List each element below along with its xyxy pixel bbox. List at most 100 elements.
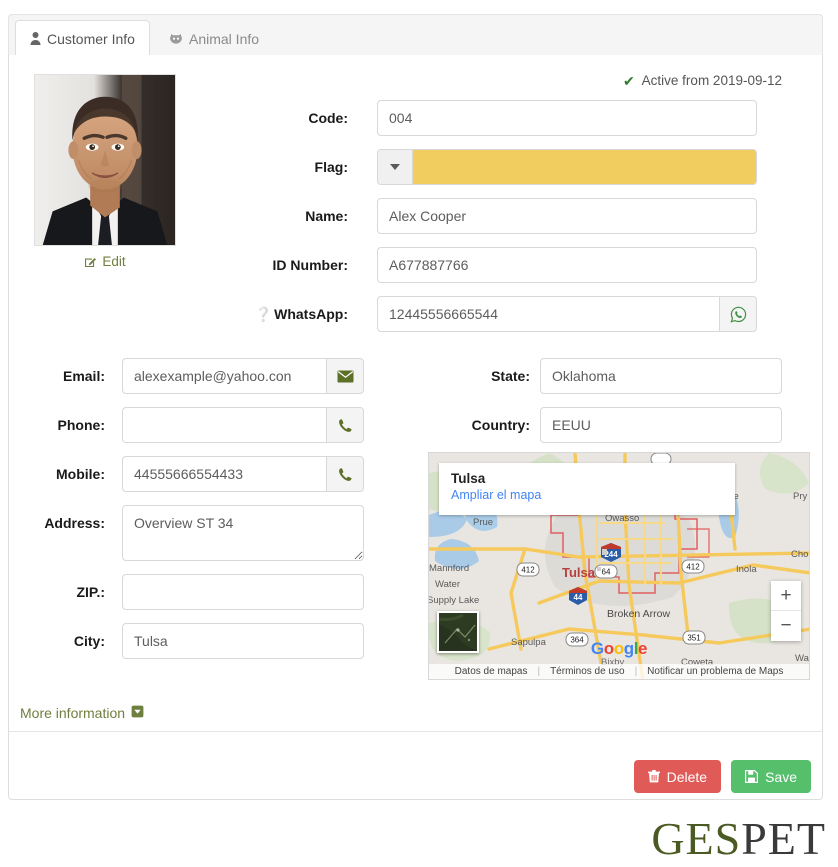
mobile-label: Mobile: (56, 466, 105, 482)
brand-logo-part1: GES (651, 813, 742, 864)
whatsapp-icon[interactable] (719, 296, 757, 332)
field-row-state: State: (430, 358, 820, 394)
name-input[interactable] (377, 198, 757, 234)
map-satellite-toggle[interactable] (437, 611, 479, 653)
map-zoom-out-button[interactable]: − (771, 611, 801, 641)
map-zoom-in-button[interactable]: + (771, 581, 801, 611)
whatsapp-input-group (377, 296, 757, 332)
phone-icon[interactable] (326, 407, 364, 443)
svg-text:Inola: Inola (736, 564, 757, 575)
brand-logo: GESPET (651, 812, 826, 865)
save-button-label: Save (765, 768, 797, 785)
svg-text:Pry: Pry (793, 491, 808, 502)
field-row-code: Code: (0, 100, 815, 136)
zip-label: ZIP.: (76, 584, 105, 600)
svg-text:Wago: Wago (795, 653, 810, 664)
envelope-icon[interactable] (326, 358, 364, 394)
map-attr-sep-2: | (634, 666, 638, 677)
map-expand-link[interactable]: Ampliar el mapa (451, 487, 723, 504)
mobile-input[interactable] (122, 456, 326, 492)
action-buttons: Delete Save (633, 760, 811, 793)
map-attr-terms[interactable]: Términos de uso (550, 666, 624, 677)
floppy-disk-icon (745, 770, 759, 783)
city-input[interactable] (122, 623, 364, 659)
right-column: State: Country: (430, 358, 820, 456)
caret-down-box-icon (131, 705, 144, 721)
email-label: Email: (62, 368, 105, 384)
svg-text:Cho: Cho (791, 549, 808, 560)
status-badge: ✔ Active from 2019-09-12 (623, 73, 782, 88)
map-attr-data[interactable]: Datos de mapas (455, 666, 528, 677)
zip-input[interactable] (122, 574, 364, 610)
phone-label: Phone: (57, 417, 105, 433)
top-form: Code: Flag: Name: ID Number: (0, 100, 815, 345)
svg-text:44: 44 (574, 593, 583, 602)
brand-logo-part2: PET (741, 813, 826, 864)
name-label: Name: (305, 208, 348, 224)
mobile-input-group (122, 456, 364, 492)
state-label: State: (491, 368, 530, 384)
footer-divider (9, 731, 822, 732)
field-row-name: Name: (0, 198, 815, 234)
delete-button-label: Delete (666, 768, 708, 785)
check-icon: ✔ (622, 72, 635, 89)
google-logo: Google (590, 639, 648, 658)
field-row-flag: Flag: (0, 149, 815, 185)
tab-customer-info-label: Customer Info (47, 30, 135, 47)
phone-icon[interactable] (326, 456, 364, 492)
country-label: Country: (471, 417, 530, 433)
email-input-group (122, 358, 364, 394)
tab-animal-info[interactable]: Animal Info (154, 20, 274, 57)
svg-text:Tulsa: Tulsa (562, 565, 596, 580)
save-button[interactable]: Save (731, 760, 811, 793)
caret-down-icon[interactable] (378, 150, 413, 184)
more-information-toggle[interactable]: More information (20, 705, 144, 721)
country-input[interactable] (540, 407, 782, 443)
field-row-country: Country: (430, 407, 820, 443)
svg-text:Sapulpa: Sapulpa (511, 637, 547, 648)
map-zoom-controls: + − (771, 581, 801, 641)
map-attr-sep-1: | (537, 666, 541, 677)
tab-customer-info[interactable]: Customer Info (15, 20, 150, 57)
svg-text:Prue: Prue (473, 517, 493, 528)
phone-input-group (122, 407, 364, 443)
tab-animal-info-label: Animal Info (189, 30, 260, 47)
field-row-whatsapp: ❔ WhatsApp: (0, 296, 815, 332)
phone-input[interactable] (122, 407, 326, 443)
svg-text:Supply Lake: Supply Lake (429, 595, 479, 606)
tab-bar: Customer Info Animal Info (8, 14, 823, 57)
location-map[interactable]: 412 412 64 364 351 244 44 Owasso Prue Ma… (428, 452, 810, 680)
svg-text:Broken Arrow: Broken Arrow (607, 608, 670, 620)
whatsapp-label-text: WhatsApp: (274, 306, 348, 322)
whatsapp-label: ❔ WhatsApp: (0, 296, 348, 332)
question-circle-icon[interactable]: ❔ (255, 306, 272, 322)
field-row-id-number: ID Number: (0, 247, 815, 283)
svg-text:Mannford: Mannford (429, 563, 469, 574)
id-number-label: ID Number: (272, 257, 348, 273)
flag-select[interactable] (377, 149, 757, 185)
map-attribution: Datos de mapas | Términos de uso | Notif… (429, 664, 809, 679)
customer-info-page: Customer Info Animal Info ✔ Active from … (0, 0, 838, 867)
person-icon (30, 32, 41, 45)
svg-text:351: 351 (687, 634, 701, 643)
delete-button[interactable]: Delete (633, 760, 722, 793)
address-label: Address: (44, 515, 105, 531)
id-number-input[interactable] (377, 247, 757, 283)
email-input[interactable] (122, 358, 326, 394)
state-input[interactable] (540, 358, 782, 394)
code-input[interactable] (377, 100, 757, 136)
svg-text:412: 412 (686, 563, 700, 572)
flag-label: Flag: (314, 159, 348, 175)
map-info-box: Tulsa Ampliar el mapa (439, 463, 735, 515)
more-information-label: More information (20, 705, 126, 721)
address-textarea[interactable] (122, 505, 364, 561)
map-attr-report[interactable]: Notificar un problema de Maps (647, 666, 783, 677)
animal-paw-icon (169, 33, 183, 45)
svg-text:Water: Water (435, 579, 460, 590)
svg-text:64: 64 (602, 568, 611, 577)
trash-icon (647, 770, 660, 783)
whatsapp-input[interactable] (377, 296, 719, 332)
flag-color-swatch[interactable] (413, 150, 756, 184)
city-label: City: (73, 633, 105, 649)
svg-text:364: 364 (570, 636, 584, 645)
